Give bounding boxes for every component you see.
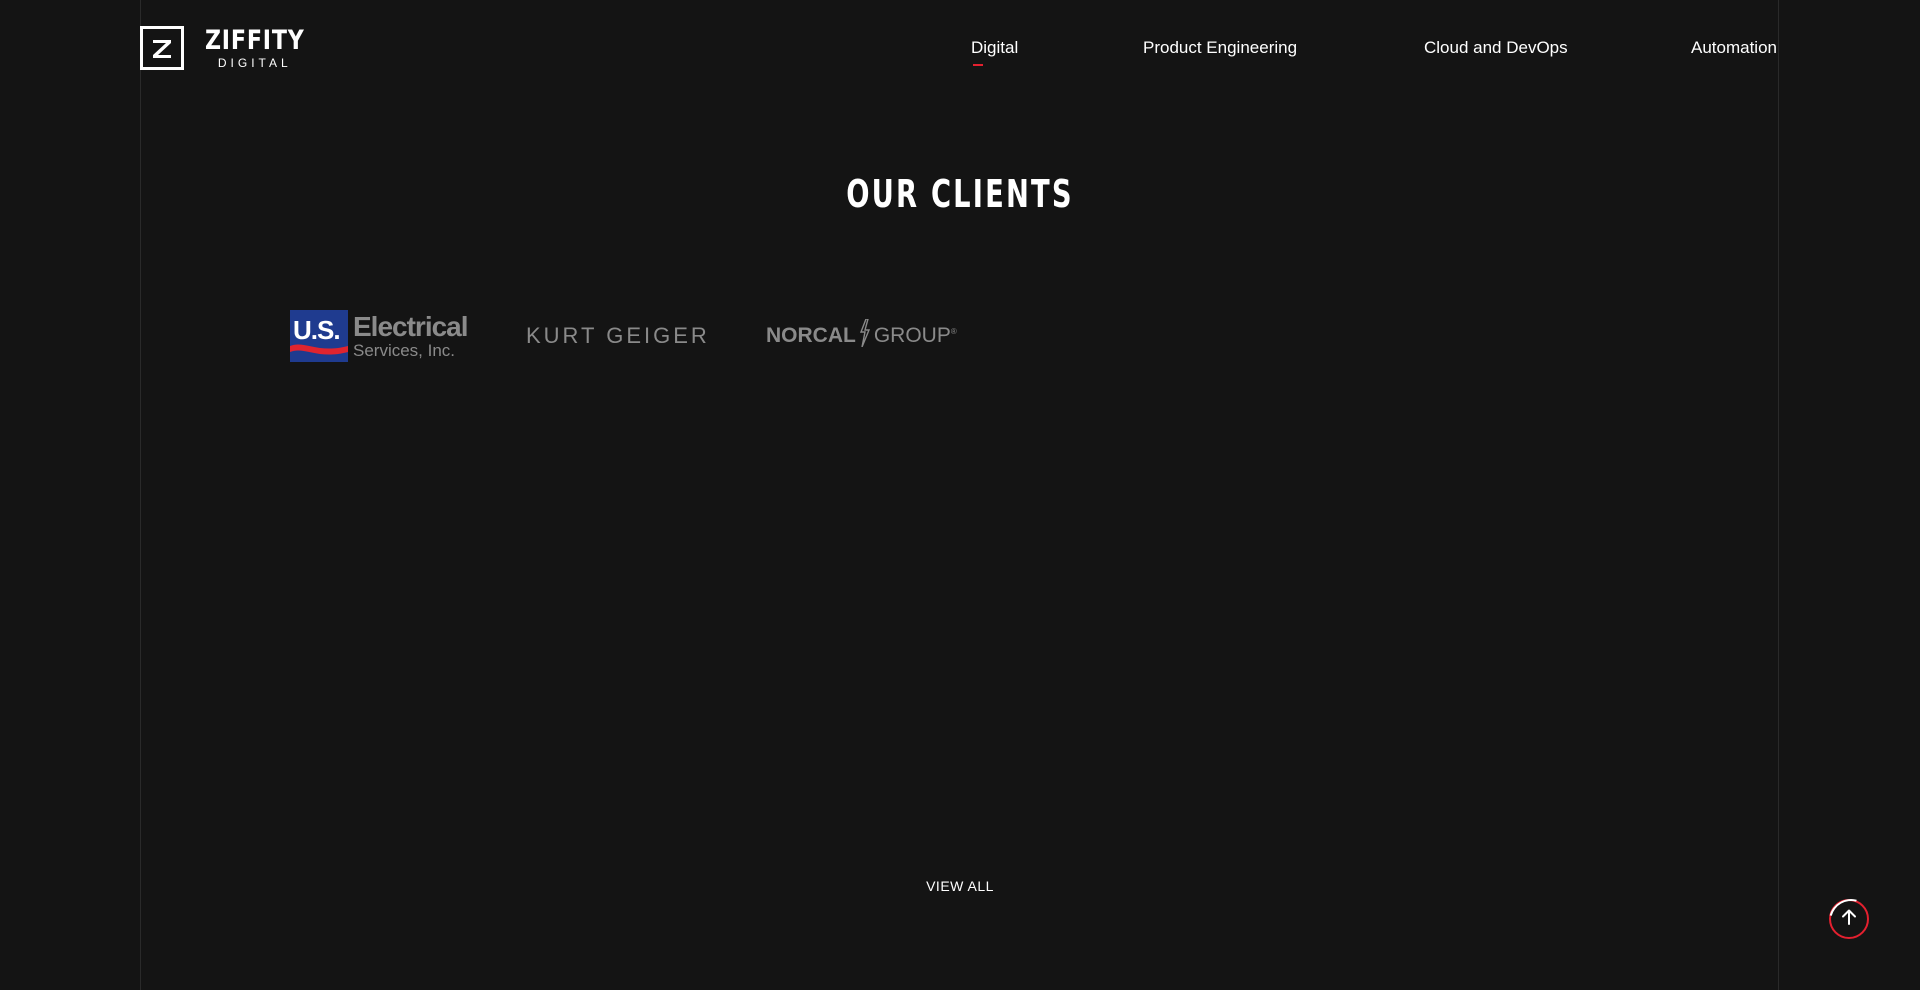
nav-item-digital[interactable]: Digital: [971, 38, 1019, 66]
view-all-container: VIEW ALL: [0, 878, 1920, 896]
scroll-to-top-button[interactable]: [1820, 890, 1882, 952]
section-title-text: OUR CLIENTS: [846, 172, 1074, 216]
client-logo-kurt-geiger: KURT GEIGER: [526, 306, 710, 366]
us-electrical-title: Electrical: [353, 311, 469, 342]
main-nav: Digital Product Engineering Cloud and De…: [0, 38, 1920, 66]
norcal-wordmark: NORCAL GROUP ®: [766, 318, 957, 353]
nav-item-label: Product Engineering: [1143, 38, 1298, 57]
nav-item-cloud-and-devops[interactable]: Cloud and DevOps: [1424, 38, 1568, 58]
registered-mark: ®: [950, 326, 957, 336]
client-logo-norcal-group: NORCAL GROUP ®: [766, 306, 957, 366]
nav-item-label: Cloud and DevOps: [1424, 38, 1568, 57]
left-guide-line: [140, 0, 141, 990]
us-electrical-text: Electrical Services, Inc.: [353, 311, 469, 360]
us-wave-icon: [290, 344, 348, 362]
kurt-geiger-wordmark: KURT GEIGER: [526, 323, 710, 348]
us-badge-icon: U.S.: [290, 310, 348, 362]
norcal-light-text: GROUP: [873, 324, 951, 347]
right-guide-line: [1778, 0, 1779, 990]
lightning-icon: [859, 318, 871, 353]
section-title: OUR CLIENTS: [0, 172, 1920, 216]
client-logo-us-electrical: U.S. Electrical Services, Inc.: [290, 306, 470, 366]
nav-item-label: Automation: [1691, 38, 1777, 57]
nav-item-automation[interactable]: Automation: [1691, 38, 1777, 58]
view-all-link[interactable]: VIEW ALL: [926, 878, 994, 894]
norcal-bold-text: NORCAL: [766, 324, 856, 347]
active-nav-indicator: [973, 64, 983, 66]
us-electrical-subtitle: Services, Inc.: [353, 341, 456, 360]
page: ZIFFITY DIGITAL Digital Product Engineer…: [0, 0, 1920, 990]
progress-arc: [1820, 890, 1882, 952]
nav-item-label: Digital: [971, 38, 1019, 57]
nav-item-product-engineering[interactable]: Product Engineering: [1143, 38, 1297, 58]
